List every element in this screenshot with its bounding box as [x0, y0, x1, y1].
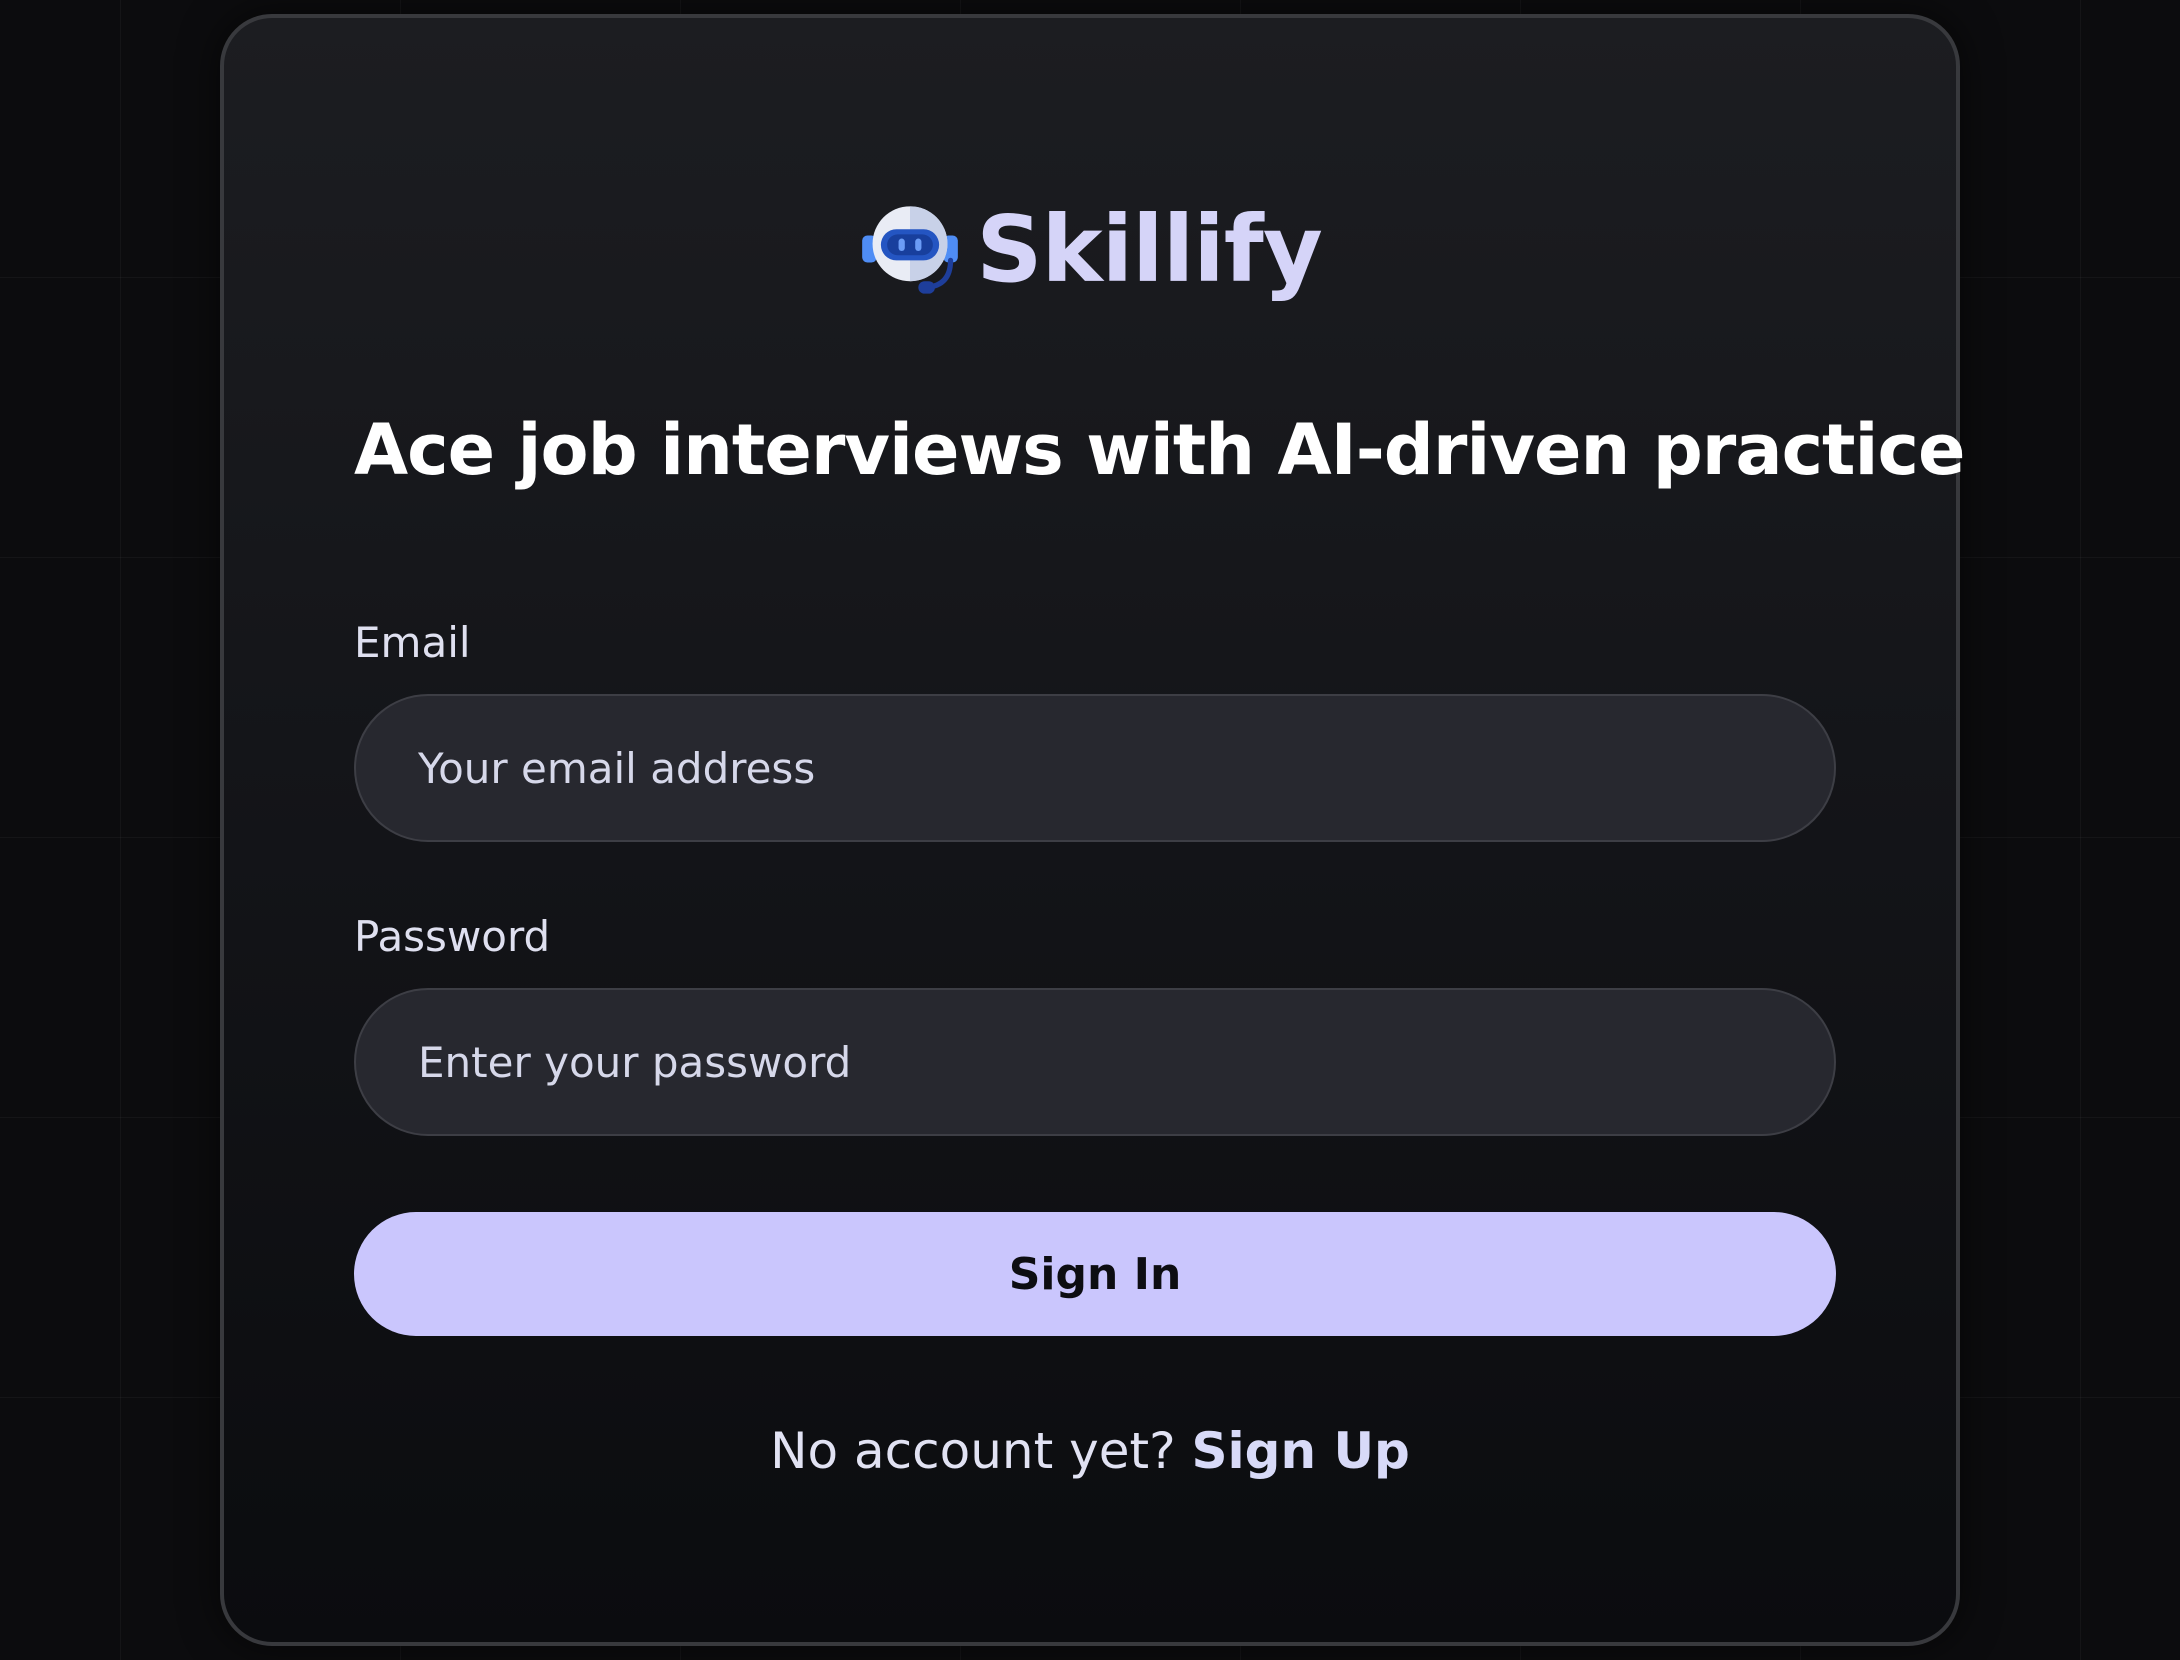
password-label: Password [354, 912, 551, 961]
sign-in-button[interactable]: Sign In [354, 1212, 1836, 1336]
signup-prompt-text: No account yet? [770, 1422, 1176, 1480]
brand: Skillify [224, 198, 1956, 302]
signin-card: Skillify Ace job interviews with AI-driv… [220, 14, 1966, 1646]
page-headline: Ace job interviews with AI-driven practi… [354, 409, 1966, 491]
sign-up-link[interactable]: Sign Up [1192, 1422, 1410, 1480]
brand-name: Skillify [976, 196, 1323, 303]
signup-prompt: No account yet? Sign Up [224, 1422, 1956, 1480]
password-input[interactable] [354, 988, 1836, 1136]
email-input[interactable] [354, 694, 1836, 842]
email-label: Email [354, 618, 471, 667]
robot-headset-icon [862, 206, 959, 294]
